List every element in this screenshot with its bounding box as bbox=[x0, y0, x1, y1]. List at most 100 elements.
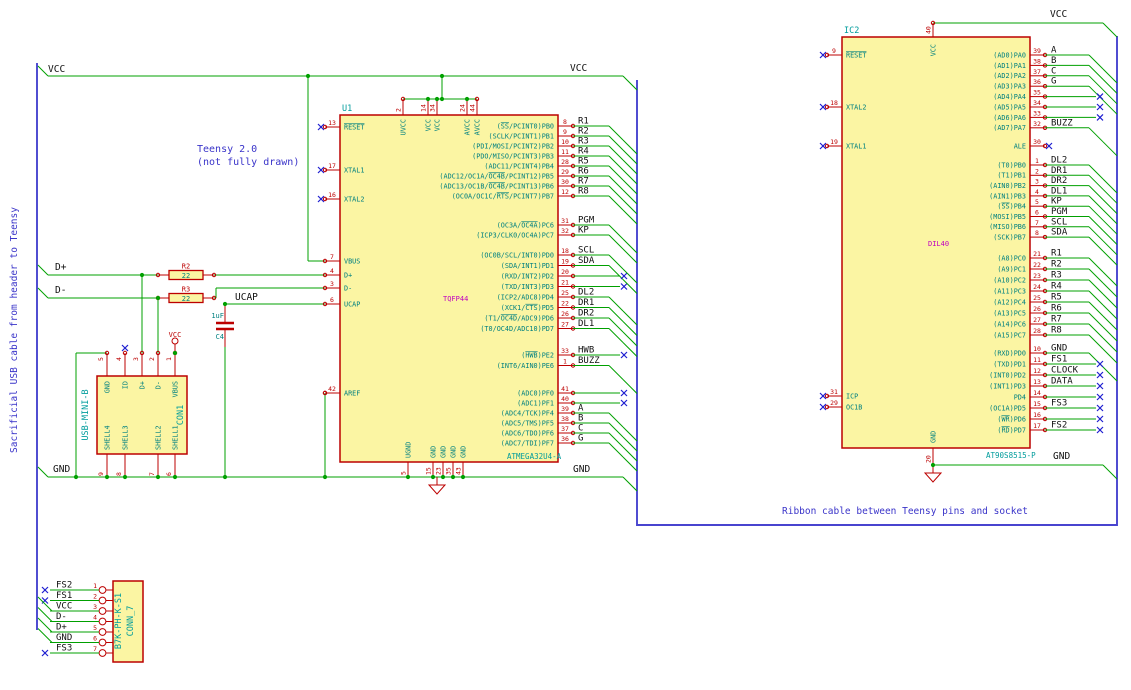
net-label-R3: R3 bbox=[1051, 271, 1062, 281]
ground-symbol-icon bbox=[923, 472, 943, 483]
pin-name: (SS)PB4 bbox=[997, 203, 1026, 211]
pin-number: 6 bbox=[1035, 209, 1039, 217]
net-label-R3: R3 bbox=[578, 137, 589, 147]
pin-name: (AD1)PA1 bbox=[993, 62, 1026, 70]
net-label-gnd: GND bbox=[573, 464, 590, 475]
junction-dot bbox=[464, 96, 470, 102]
wire bbox=[1102, 464, 1118, 480]
r2-value: 22 bbox=[182, 272, 190, 280]
pin-name: (AD7)PA7 bbox=[993, 124, 1026, 132]
wire bbox=[37, 264, 49, 276]
pin-number: 3 bbox=[93, 603, 97, 611]
no-connect-icon bbox=[620, 351, 628, 359]
no-connect-icon bbox=[620, 399, 628, 407]
pin-number: 20 bbox=[561, 268, 569, 276]
pin-name: (AD0)PA0 bbox=[993, 51, 1026, 59]
pin-name: ICP bbox=[846, 392, 858, 400]
net-label-R4: R4 bbox=[578, 147, 589, 157]
pin-number: 33 bbox=[1033, 109, 1041, 117]
junction-dot bbox=[305, 73, 311, 79]
pin-name: VCC bbox=[434, 119, 442, 131]
net-label-DATA: DATA bbox=[1051, 377, 1073, 387]
no-connect-icon bbox=[41, 586, 49, 594]
note-teensy: (not fully drawn) bbox=[197, 157, 299, 168]
pin-name: GND bbox=[430, 446, 438, 458]
pin-name: (MISO)PB6 bbox=[989, 223, 1026, 231]
junction-dot bbox=[440, 474, 446, 480]
pin-number: 6 bbox=[165, 472, 173, 476]
net-label-FS3: FS3 bbox=[1051, 399, 1067, 409]
wire bbox=[37, 65, 49, 77]
net-label-R8: R8 bbox=[1051, 326, 1062, 336]
pin-number: 2 bbox=[1035, 167, 1039, 175]
bus-entry bbox=[1102, 141, 1118, 157]
junction-dot bbox=[434, 96, 440, 102]
no-connect-icon bbox=[41, 649, 49, 657]
junction-dot bbox=[425, 96, 431, 102]
pin-name: VBUS bbox=[172, 381, 180, 397]
pin-number: 28 bbox=[561, 158, 569, 166]
net-label-KP: KP bbox=[578, 226, 589, 236]
pin-number: 21 bbox=[1033, 250, 1041, 258]
pin-name: RESET bbox=[344, 123, 364, 131]
junction-dot bbox=[930, 462, 936, 468]
pin-number: 23 bbox=[435, 467, 443, 475]
pin-name: (RXD)PD0 bbox=[993, 349, 1026, 357]
pin-number: 21 bbox=[561, 279, 569, 287]
pin-name: (INT1)PD3 bbox=[989, 382, 1026, 390]
bus-entry bbox=[1088, 334, 1104, 350]
pin-name: D+ bbox=[139, 381, 147, 389]
pin-number: 2 bbox=[93, 593, 97, 601]
pin-number: 28 bbox=[1033, 327, 1041, 335]
pin-name: SHELL1 bbox=[172, 425, 180, 450]
pin-name: XTAL1 bbox=[846, 142, 866, 150]
pin-number: 19 bbox=[561, 258, 569, 266]
net-label-A: A bbox=[1051, 46, 1057, 56]
junction-dot bbox=[439, 73, 445, 79]
pin-name: RESET bbox=[846, 51, 866, 59]
pin-name: XTAL2 bbox=[344, 195, 364, 203]
u1-footprint: TQFP44 bbox=[443, 295, 468, 303]
pin-name: SHELL3 bbox=[122, 425, 130, 450]
bus-entry bbox=[1102, 366, 1118, 382]
pin-number: 16 bbox=[328, 191, 336, 199]
pin-number: 44 bbox=[469, 104, 477, 112]
pin-number: 27 bbox=[561, 321, 569, 329]
no-connect-icon bbox=[620, 283, 628, 290]
net-label-PGM: PGM bbox=[578, 216, 595, 226]
pin-name: (SS/PCINT0)PB0 bbox=[497, 122, 554, 130]
ground-symbol-icon bbox=[427, 484, 447, 495]
pin-number: 15 bbox=[425, 467, 433, 475]
pin-number: 2 bbox=[148, 357, 156, 361]
pin-number: 38 bbox=[561, 415, 569, 423]
pin-number: 42 bbox=[328, 385, 336, 393]
pin-name: (OC0A/OC1C/RTS/PCINT7)PB7 bbox=[452, 192, 554, 200]
pin-number: 19 bbox=[830, 138, 838, 146]
pin-number: 22 bbox=[561, 300, 569, 308]
component-conn7-header: B7K-PH-K-S1 CONN_7 1 FS2 2 FS1 3 VCC 4 D- 5 D+ 6 GND 7… bbox=[37, 580, 144, 663]
net-label-GND: GND bbox=[56, 633, 72, 643]
bus-entry bbox=[1102, 293, 1118, 309]
note-sacrificial-cable: Sacrificial USB cable from header to Tee… bbox=[9, 207, 20, 453]
pin-number: 18 bbox=[830, 99, 838, 107]
net-label-BUZZ: BUZZ bbox=[1051, 118, 1073, 128]
pin-name: D- bbox=[155, 381, 163, 389]
net-label-R5: R5 bbox=[578, 157, 589, 167]
pin-number: 40 bbox=[925, 26, 933, 34]
pin-name: (AD4)PA4 bbox=[993, 93, 1026, 101]
pin-name: (INT0)PD2 bbox=[989, 371, 1026, 379]
pin-number: 16 bbox=[1033, 411, 1041, 419]
pin-name: GND bbox=[104, 381, 112, 393]
bus-entry bbox=[1102, 337, 1118, 353]
pin-name: D- bbox=[344, 284, 352, 292]
pin-name: GND bbox=[440, 446, 448, 458]
net-label-D+: D+ bbox=[56, 623, 67, 633]
schematic-page: VCC VCC GND GND D+ D- UCAP VCC GND U1 8 (SS/PCINT0… bbox=[0, 0, 1131, 690]
pin-number: 35 bbox=[1033, 89, 1041, 97]
pin-number: 24 bbox=[459, 104, 467, 112]
pin-name: (ADC11/PCINT4)PB4 bbox=[484, 162, 554, 170]
pin-number: 4 bbox=[93, 614, 97, 622]
no-connect-icon bbox=[1096, 382, 1104, 390]
pin-pad bbox=[98, 596, 107, 605]
pin-number: 13 bbox=[1033, 378, 1041, 386]
